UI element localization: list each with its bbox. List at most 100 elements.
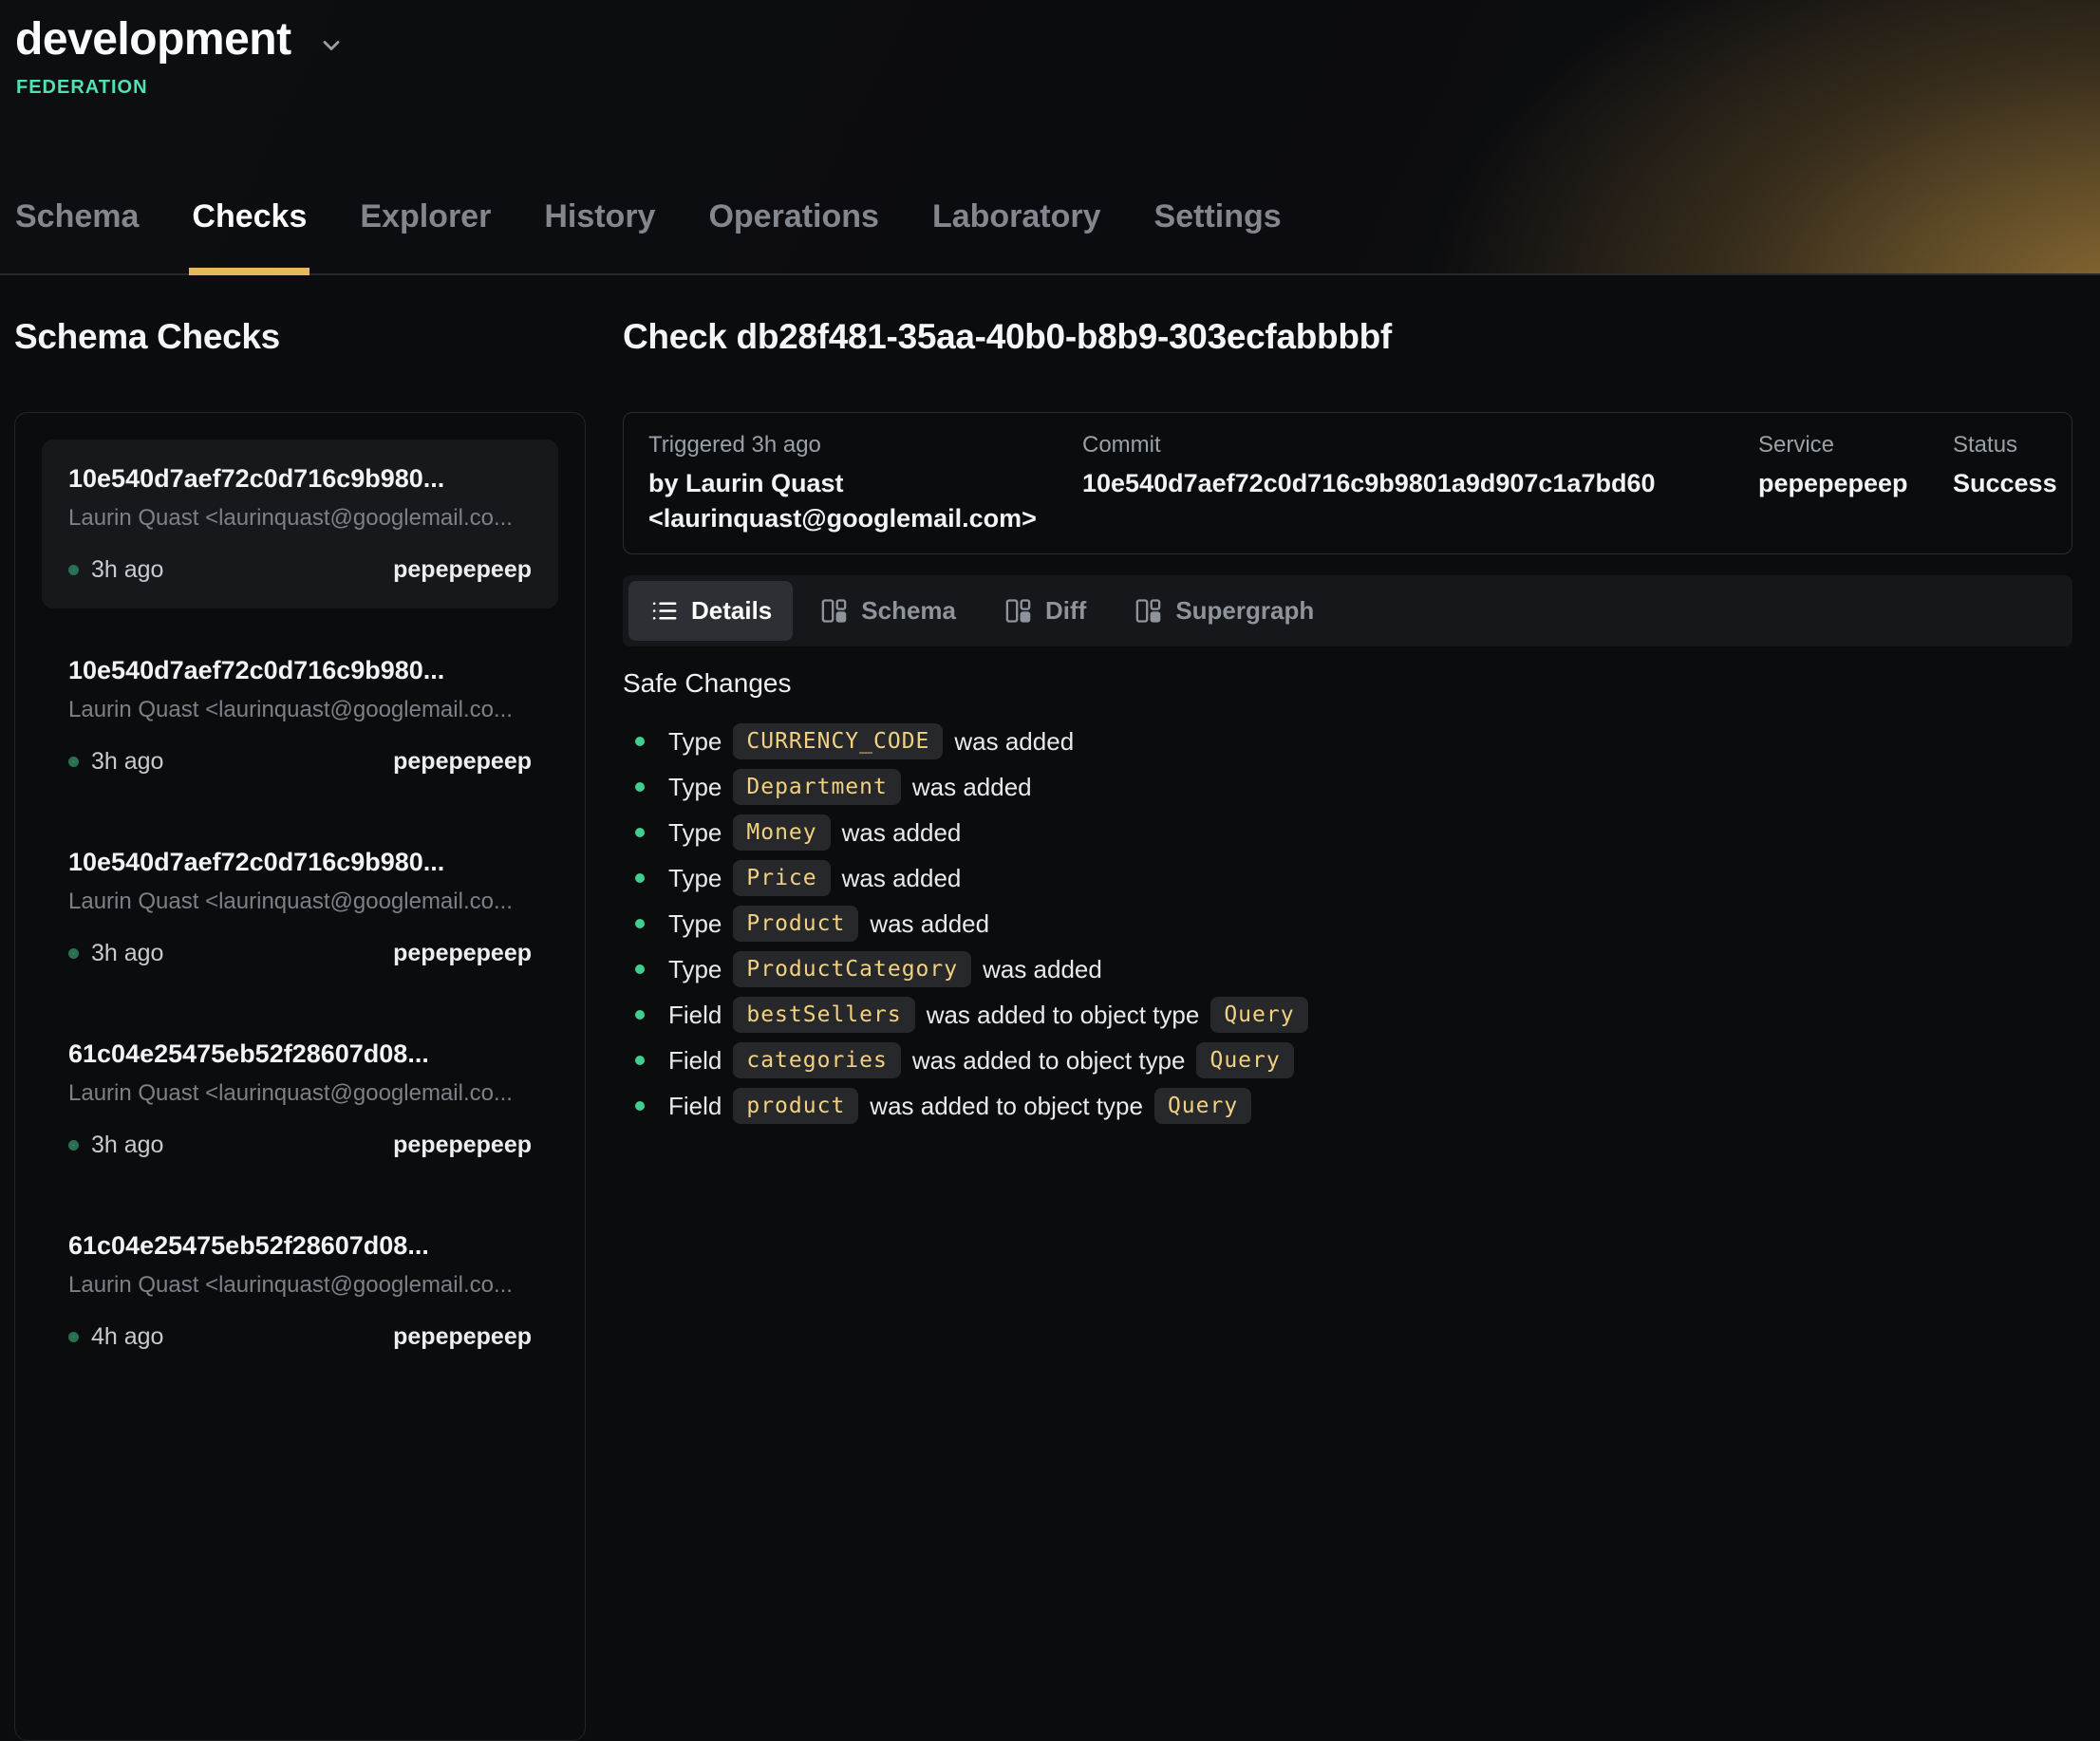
check-footer: 3h agopepepepeep [68,748,532,776]
change-item: TypeProductCategorywas added [623,946,2072,992]
bullet-icon [635,873,645,883]
change-text: Type [668,909,722,939]
nav-tab-label: Laboratory [932,198,1101,234]
check-list-item[interactable]: 61c04e25475eb52f28607d08...Laurin Quast … [42,1015,558,1184]
nav-tab-settings[interactable]: Settings [1154,198,1282,275]
triggered-label: Triggered 3h ago [648,432,1082,459]
check-author: Laurin Quast <laurinquast@googlemail.co.… [68,889,532,915]
check-time: 4h ago [91,1323,163,1351]
nav-tab-label: Operations [708,198,878,234]
schema-checks-column: Schema Checks 10e540d7aef72c0d716c9b980.… [14,275,586,1741]
change-text: Field [668,1046,722,1076]
change-text: Type [668,864,722,893]
meta-commit: Commit 10e540d7aef72c0d716c9b9801a9d907c… [1082,432,1758,536]
check-detail-column: Check db28f481-35aa-40b0-b8b9-303ecfabbb… [623,275,2072,1129]
change-text: was added [954,727,1074,757]
list-icon [649,596,679,626]
change-text: was added [912,773,1032,802]
bullet-icon [635,828,645,837]
change-code-chip: CURRENCY_CODE [733,723,943,759]
change-text: was added [870,909,989,939]
check-service: pepepepeep [393,556,532,584]
change-code-chip: Query [1196,1042,1293,1078]
check-list-item[interactable]: 61c04e25475eb52f28607d08... Laurin Quast … [42,1207,558,1376]
nav-tab-laboratory[interactable]: Laboratory [932,198,1101,275]
project-name: development [15,13,291,66]
bullet-icon [635,737,645,746]
bullet-icon [635,782,645,792]
success-dot-icon [68,1140,79,1151]
success-dot-icon [68,948,79,959]
service-name: pepepepeep [1758,466,1953,501]
nav-tab-label: Settings [1154,198,1282,234]
page-header: development FEDERATION Schema Checks Explo… [0,0,2100,275]
change-text: was added to object type [927,1001,1200,1030]
bullet-icon [635,1056,645,1065]
status-label: Status [1953,432,2057,459]
commit-label: Commit [1082,432,1758,459]
nav-tab-operations[interactable]: Operations [708,198,878,275]
check-meta-box: Triggered 3h ago by Laurin Quast <laurin… [623,412,2072,554]
view-tab-supergraph[interactable]: Supergraph [1113,581,1335,641]
check-footer: 3h ago pepepepeep [68,556,532,584]
change-text: was added [842,818,962,848]
check-service: pepepepeep [393,748,532,776]
check-author: Laurin Quast <laurinquast@googlemail.co.… [68,697,532,723]
check-list-item[interactable]: 10e540d7aef72c0d716c9b980...Laurin Quast… [42,631,558,800]
change-code-chip: Department [733,769,900,805]
check-list-item[interactable]: 10e540d7aef72c0d716c9b980...Laurin Quast… [42,823,558,992]
project-type-badge: FEDERATION [0,66,2100,99]
view-tab-label: Details [691,596,772,626]
check-service: pepepepeep [393,940,532,967]
schema-checks-panel: 10e540d7aef72c0d716c9b980...Laurin Quast… [14,412,586,1741]
change-text: was added [983,955,1102,984]
change-item: FieldbestSellerswas added to object type… [623,992,2072,1038]
view-tab-label: Supergraph [1175,596,1314,626]
change-text: Field [668,1001,722,1030]
change-text: Type [668,727,722,757]
check-footer: 4h agopepepepeep [68,1323,532,1351]
check-commit-id: 61c04e25475eb52f28607d08... [68,1231,532,1261]
meta-status: Status Success [1953,432,2057,536]
check-time: 3h ago [91,556,163,584]
check-author: Laurin Quast <laurinquast@googlemail.co.… [68,1272,532,1299]
check-author: Laurin Quast <laurinquast@googlemail.co.… [68,1080,532,1107]
success-dot-icon [68,1332,79,1342]
change-text: was added to object type [870,1092,1143,1121]
change-item: TypeMoneywas added [623,810,2072,855]
view-tab-details[interactable]: Details [628,581,793,641]
view-tab-diff[interactable]: Diff [983,581,1107,641]
change-item: Fieldproductwas added to object typeQuer… [623,1083,2072,1129]
primary-nav: Schema Checks Explorer History Operations Lab… [15,198,1282,275]
check-author: Laurin Quast <laurinquast@googlemail.co.… [68,505,532,532]
change-item: Type Department was added [623,764,2072,810]
safe-changes-title: Safe Changes [623,667,2072,700]
change-code-chip: Price [733,860,830,896]
nav-tab-explorer[interactable]: Explorer [360,198,491,275]
check-detail-title: Check db28f481-35aa-40b0-b8b9-303ecfabbb… [623,317,2072,357]
change-code-chip: categories [733,1042,900,1078]
bullet-icon [635,1101,645,1111]
change-item: Type CURRENCY_CODE was added [623,719,2072,764]
chevron-down-icon[interactable] [318,32,345,59]
nav-tab-history[interactable]: History [544,198,655,275]
nav-tab-checks[interactable]: Checks [192,198,307,275]
change-text: Type [668,773,722,802]
change-code-chip: Query [1154,1088,1251,1124]
view-tab-schema[interactable]: Schema [798,581,977,641]
schema-checks-title: Schema Checks [14,317,586,357]
service-label: Service [1758,432,1953,459]
bullet-icon [635,964,645,974]
bullet-icon [635,919,645,928]
nav-tab-label: Checks [192,198,307,234]
columns-icon [1003,596,1033,626]
commit-hash: 10e540d7aef72c0d716c9b9801a9d907c1a7bd60 [1082,466,1758,501]
check-list-item[interactable]: 10e540d7aef72c0d716c9b980...Laurin Quast… [42,440,558,608]
status-value: Success [1953,466,2057,501]
main-content: Schema Checks 10e540d7aef72c0d716c9b980.… [0,275,2100,1741]
nav-tab-label: History [544,198,655,234]
nav-tab-schema[interactable]: Schema [15,198,139,275]
bullet-icon [635,1010,645,1020]
project-selector[interactable]: development [0,0,2100,66]
meta-service: Service pepepepeep [1758,432,1953,536]
